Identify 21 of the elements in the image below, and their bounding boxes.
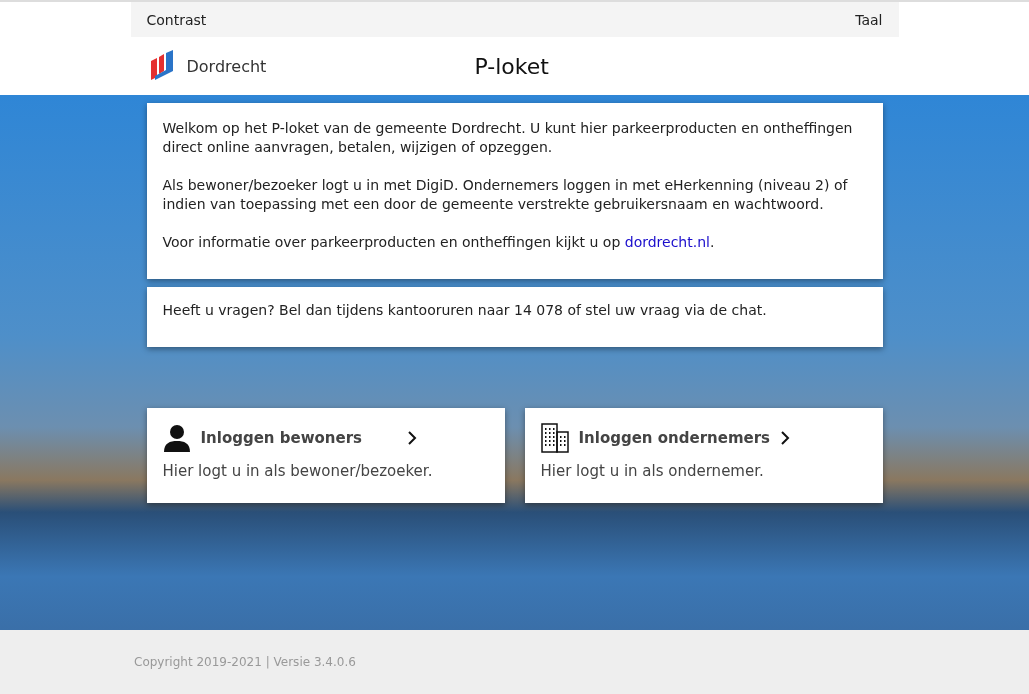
- intro-paragraph: Welkom op het P-loket van de gemeente Dordrecht. U kunt hier parkeerproducten en ontheffingen direct online aanvragen, betalen, wijzigen of opzeggen.: [162, 119, 854, 157]
- footer-copyright: Copyright 2019-2021 | Versie 3.4.0.6: [134, 655, 356, 669]
- website-link[interactable]: dordrecht.nl: [624, 234, 710, 250]
- contact-text: Heeft u vragen? Bel dan tijdens kantooruren naar 14 078 of stel uw vraag via de chat.: [162, 301, 768, 320]
- intro-paragraph: Als bewoner/bezoeker logt u in met DigiD. Ondernemers loggen in met eHerkenning (niveau 2) of indien van toepassing met een door de gemeente verstrekte gebruikersnaam en wachtwoord.: [162, 176, 849, 214]
- chevron-right-icon: [780, 430, 791, 446]
- login-description: Hier logt u in als bewoner/bezoeker.: [162, 462, 434, 480]
- building-icon: [540, 423, 569, 453]
- intro-paragraph: Voor informatie over parkeerproducten en ontheffingen kijkt u op dordrecht.nl.: [162, 233, 716, 252]
- page-title: P-loket: [474, 53, 549, 79]
- language-link[interactable]: Taal: [855, 11, 883, 28]
- login-title: Inloggen bewoners: [200, 429, 363, 447]
- login-card[interactable]: Inloggen ondernemers Hier logt u in als ondernemer.: [524, 408, 883, 503]
- brand-name: Dordrecht: [186, 56, 267, 76]
- login-title: Inloggen ondernemers: [578, 429, 771, 447]
- logo-icon: [148, 49, 175, 83]
- chevron-right-icon: [406, 430, 417, 446]
- login-description: Hier logt u in als ondernemer.: [540, 462, 765, 480]
- person-icon: [162, 424, 191, 452]
- contrast-link[interactable]: Contrast: [146, 11, 207, 28]
- login-card[interactable]: Inloggen bewoners Hier logt u in als bewoner/bezoeker.: [146, 408, 505, 503]
